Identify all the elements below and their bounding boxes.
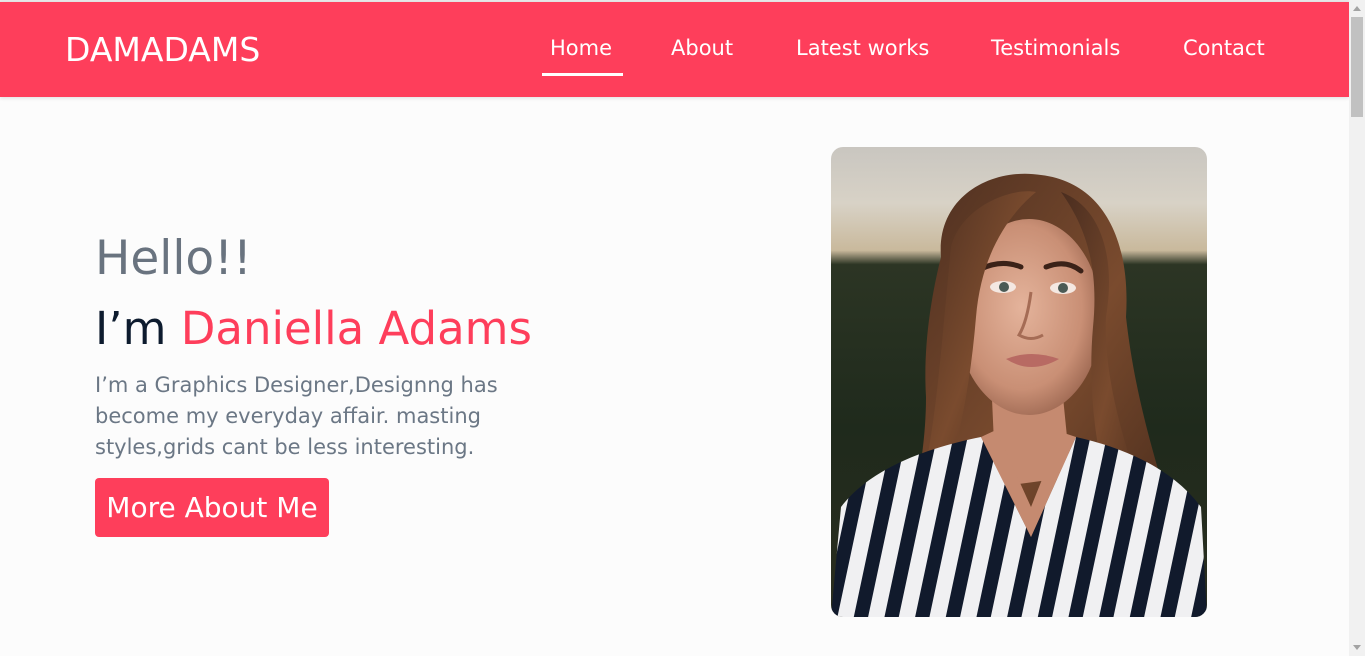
hero-greeting: Hello!! (95, 231, 252, 286)
nav-links: Home About Latest works Testimonials Con… (0, 33, 1349, 73)
nav-link-latest-works[interactable]: Latest works (796, 33, 929, 63)
hero-description: I’m a Graphics Designer,Designng has bec… (95, 373, 498, 459)
scroll-down-arrow-icon[interactable] (1349, 639, 1365, 656)
portrait-photo (831, 147, 1207, 617)
page: DAMADAMS Home About Latest works Testimo… (0, 0, 1365, 656)
vertical-scrollbar[interactable] (1349, 0, 1365, 656)
nav-link-contact[interactable]: Contact (1183, 33, 1265, 63)
hero-name: Daniella Adams (180, 302, 532, 355)
nav-link-home[interactable]: Home (550, 33, 612, 63)
nav-link-testimonials[interactable]: Testimonials (991, 33, 1120, 63)
hero-im-text: I’m (95, 302, 181, 355)
more-about-me-button[interactable]: More About Me (95, 478, 329, 537)
scrollbar-thumb[interactable] (1351, 17, 1363, 117)
scroll-up-arrow-icon[interactable] (1349, 0, 1365, 17)
portrait-illustration (831, 147, 1207, 617)
navbar: DAMADAMS Home About Latest works Testimo… (0, 2, 1349, 97)
hero-heading: I’m Daniella Adams (95, 300, 532, 358)
active-nav-underline (542, 73, 623, 76)
nav-link-about[interactable]: About (671, 33, 733, 63)
